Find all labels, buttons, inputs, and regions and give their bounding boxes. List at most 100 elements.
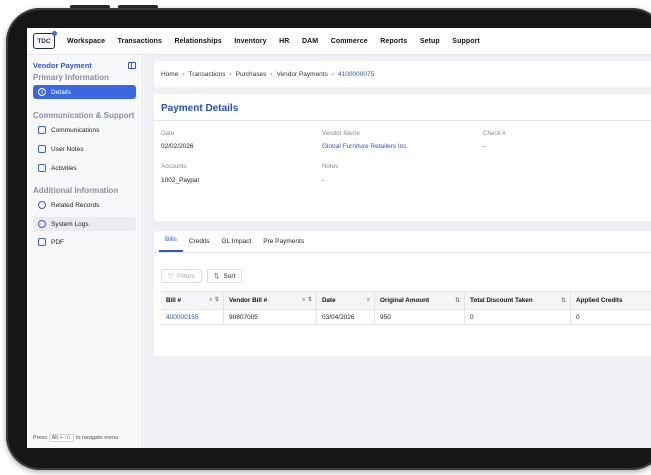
sidebar-item-details[interactable]: i Details [33, 85, 136, 99]
column-header-date[interactable]: Date ⌕ [317, 292, 375, 309]
sort-button[interactable]: ⇅ Sort [207, 269, 243, 283]
activity-icon [38, 164, 46, 172]
sidebar-item-label: System Logs [51, 220, 89, 228]
sidebar-item-system-logs[interactable]: System Logs [33, 217, 136, 231]
search-sort-icon[interactable]: ⌕ ⇅ [302, 297, 312, 304]
table-row: 400000155 90807005 03/04/2026 950 0 0 [161, 310, 651, 325]
vendor-name-link[interactable]: Global Furniture Retailers Inc. [322, 143, 408, 150]
vendor-name-label: Vendor Name [322, 130, 360, 137]
keyboard-shortcut: Alt + ↑/↓ [48, 434, 75, 442]
check-number-value: - [483, 143, 486, 150]
filter-icon: ▽ [168, 273, 173, 280]
nav-link-reports[interactable]: Reports [380, 38, 407, 45]
sidebar-item-label: Details [51, 88, 71, 96]
breadcrumb-home[interactable]: Home [161, 71, 178, 78]
tab-bar: Bills Credits GL Impact Pre Payments [154, 231, 651, 253]
table-header: Bill # ⌕ ⇅ Vendor Bill # ⌕ ⇅ Date ⌕ Orig… [161, 291, 651, 310]
sidebar-item-label: PDF [51, 238, 64, 246]
nav-link-hr[interactable]: HR [279, 38, 289, 45]
sidebar-item-label: Communications [51, 126, 100, 134]
sort-icon[interactable]: ⇅ [561, 297, 566, 304]
notes-label: Notes [322, 163, 339, 170]
column-header-applied-credits[interactable]: Applied Credits [571, 292, 651, 309]
sidebar-item-pdf[interactable]: PDF [33, 235, 136, 249]
cell-applied-credits: 0 [576, 313, 580, 321]
page-title: Payment Details [161, 103, 239, 114]
breadcrumb-purchases[interactable]: Purchases [236, 71, 267, 78]
keyboard-hint-prefix: Press [33, 435, 48, 441]
payment-details-card: Payment Details Date 02/02/2026 Vendor N… [154, 94, 651, 221]
sidebar-item-related-records[interactable]: Related Records [33, 198, 136, 212]
sidebar-item-communications[interactable]: Communications [33, 123, 136, 137]
filters-label: Filters [177, 272, 195, 280]
keyboard-hint: Press Alt + ↑/↓ to navigate menu [33, 434, 118, 442]
breadcrumb-transactions[interactable]: Transactions [189, 71, 226, 78]
sort-label: Sort [223, 272, 236, 280]
keyboard-hint-suffix: to navigate menu [75, 435, 119, 441]
section-additional-information: Additional Information [33, 186, 119, 195]
sort-icon[interactable]: ⇅ [455, 297, 460, 304]
app-screen: TDC Workspace Transactions Relationships… [27, 28, 651, 448]
sidebar-item-label: User Notes [51, 145, 84, 153]
nav-link-dam[interactable]: DAM [302, 38, 318, 45]
nav-link-workspace[interactable]: Workspace [67, 38, 105, 45]
sidebar-item-label: Activities [51, 164, 77, 172]
check-number-label: Check # [483, 130, 506, 137]
column-label: Date [322, 297, 336, 304]
column-label: Applied Credits [576, 297, 623, 304]
tdc-logo[interactable]: TDC [33, 31, 57, 49]
bills-table: Bill # ⌕ ⇅ Vendor Bill # ⌕ ⇅ Date ⌕ Orig… [161, 291, 651, 325]
sidebar-item-label: Related Records [51, 201, 100, 209]
tab-credits[interactable]: Credits [183, 238, 216, 252]
tab-pre-payments[interactable]: Pre Payments [257, 238, 310, 252]
breadcrumb-separator-icon: › [229, 70, 232, 78]
breadcrumb: Home › Transactions › Purchases › Vendor Payme… [154, 61, 651, 87]
chat-icon [38, 126, 46, 134]
nav-link-support[interactable]: Support [452, 38, 480, 45]
tablet-device: TDC Workspace Transactions Relationships… [0, 0, 651, 475]
sidebar-item-user-notes[interactable]: User Notes [33, 142, 136, 156]
main-content: Home › Transactions › Purchases › Vendor Payme… [144, 55, 651, 448]
sidebar: Vendor Payment Primary Information i Det… [27, 55, 143, 448]
nav-link-inventory[interactable]: Inventory [234, 38, 266, 45]
column-label: Vendor Bill # [229, 297, 268, 304]
cell-total-discount-taken: 0 [465, 310, 571, 324]
nav-link-transactions[interactable]: Transactions [118, 38, 162, 45]
sidebar-header: Vendor Payment [27, 55, 142, 70]
nav-link-commerce[interactable]: Commerce [331, 38, 368, 45]
nav-link-relationships[interactable]: Relationships [175, 38, 222, 45]
filters-button[interactable]: ▽ Filters [161, 269, 202, 283]
breadcrumb-current: 4100000075 [338, 70, 375, 78]
column-header-vendor-bill-number[interactable]: Vendor Bill # ⌕ ⇅ [224, 292, 317, 309]
search-icon[interactable]: ⌕ [367, 297, 370, 304]
tab-gl-impact[interactable]: GL Impact [216, 238, 258, 252]
pdf-icon [38, 238, 46, 246]
notes-value: - [322, 177, 325, 184]
tab-bills[interactable]: Bills [159, 236, 183, 252]
logo-dot [52, 31, 57, 36]
nav-links: Workspace Transactions Relationships Inv… [67, 38, 492, 45]
search-sort-icon[interactable]: ⌕ ⇅ [209, 297, 219, 304]
date-label: Date [161, 130, 175, 137]
cell-vendor-bill-number: 90807005 [224, 310, 317, 324]
breadcrumb-vendor-payments[interactable]: Vendor Payments [277, 71, 328, 78]
column-header-original-amount[interactable]: Original Amount ⇅ [375, 292, 465, 309]
link-icon [38, 201, 46, 209]
nav-link-setup[interactable]: Setup [420, 38, 440, 45]
history-icon [38, 220, 46, 228]
accounts-label: Accounts [161, 163, 187, 170]
date-value: 02/02/2026 [161, 143, 194, 150]
sidebar-item-activities[interactable]: Activities [33, 161, 136, 175]
breadcrumb-separator-icon: › [270, 70, 273, 78]
column-label: Original Amount [380, 297, 430, 304]
top-navigation: TDC Workspace Transactions Relationships… [27, 28, 651, 55]
divider [154, 120, 651, 121]
accounts-value: 1002_Paypal [161, 177, 199, 184]
line-items-card: Bills Credits GL Impact Pre Payments ▽ F… [154, 231, 651, 356]
column-header-bill-number[interactable]: Bill # ⌕ ⇅ [161, 292, 224, 309]
sidebar-collapse-icon[interactable] [128, 62, 136, 69]
breadcrumb-separator-icon: › [331, 70, 335, 78]
cell-bill-number[interactable]: 400000155 [161, 310, 224, 324]
column-header-total-discount-taken[interactable]: Total Discount Taken ⇅ [465, 292, 571, 309]
column-label: Bill # [166, 297, 182, 304]
